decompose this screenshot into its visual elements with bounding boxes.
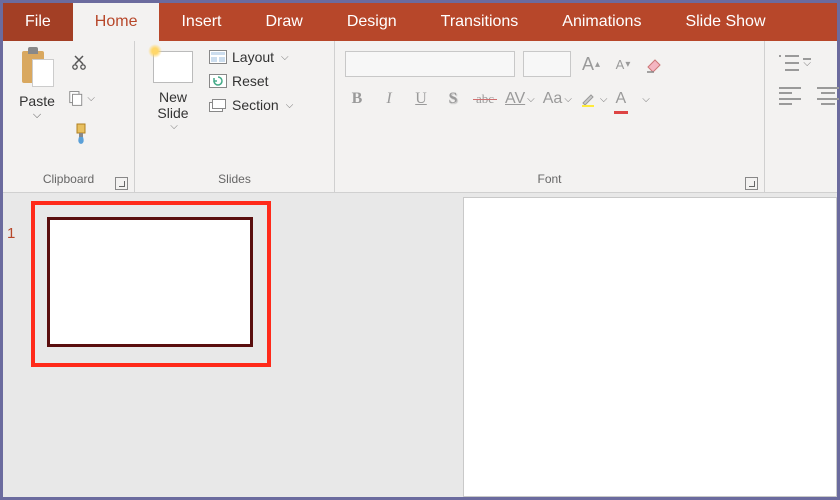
- chevron-down-icon: ⌵: [33, 109, 41, 122]
- chevron-down-icon: ⌵: [281, 52, 289, 63]
- font-size-select[interactable]: [523, 51, 571, 77]
- group-slides: New Slide ⌵ Layout ⌵ Reset Sec: [135, 41, 335, 192]
- slide-number: 1: [7, 225, 15, 242]
- font-dialog-launcher[interactable]: [745, 177, 758, 190]
- group-label-slides: Slides: [135, 172, 334, 192]
- copy-button[interactable]: ⌵: [67, 85, 95, 111]
- layout-icon: [209, 49, 227, 65]
- tab-animations[interactable]: Animations: [540, 3, 663, 41]
- reset-button[interactable]: Reset: [209, 73, 293, 89]
- chevron-down-icon: ⌵: [87, 93, 95, 104]
- eraser-icon: [645, 55, 665, 73]
- highlighter-icon: [580, 90, 598, 108]
- layout-button[interactable]: Layout ⌵: [209, 49, 293, 65]
- align-center-button[interactable]: [817, 87, 839, 105]
- chevron-down-icon: ⌵: [170, 121, 178, 132]
- text-shadow-button[interactable]: S: [441, 87, 465, 111]
- strikethrough-button[interactable]: abc: [473, 87, 497, 111]
- font-color-button[interactable]: A⌵: [616, 87, 650, 111]
- character-spacing-button[interactable]: AV⌵: [505, 87, 535, 111]
- group-label-paragraph: [765, 172, 837, 192]
- tab-transitions[interactable]: Transitions: [419, 3, 541, 41]
- section-button[interactable]: Section ⌵: [209, 97, 293, 113]
- cut-button[interactable]: [67, 49, 95, 75]
- reset-icon: [209, 73, 227, 89]
- scissors-icon: [71, 52, 91, 72]
- clear-formatting-button[interactable]: [643, 52, 667, 76]
- group-label-clipboard: Clipboard: [3, 172, 134, 192]
- slide-thumbnail-image[interactable]: [47, 217, 253, 347]
- italic-button[interactable]: I: [377, 87, 401, 111]
- tab-draw[interactable]: Draw: [243, 3, 324, 41]
- group-font: A▴ A▾ B I U S abc AV⌵ Aa⌵ ⌵: [335, 41, 765, 192]
- tab-design[interactable]: Design: [325, 3, 419, 41]
- layout-label: Layout: [232, 49, 274, 65]
- app-window: File Home Insert Draw Design Transitions…: [0, 0, 840, 500]
- reset-label: Reset: [232, 73, 269, 89]
- copy-icon: [67, 88, 85, 108]
- group-paragraph: ⌵: [765, 41, 837, 192]
- format-painter-button[interactable]: [67, 121, 95, 147]
- tab-slideshow[interactable]: Slide Show: [663, 3, 787, 41]
- tab-insert[interactable]: Insert: [159, 3, 243, 41]
- ribbon: Paste ⌵ ⌵ Clipboard: [3, 41, 837, 193]
- underline-button[interactable]: U: [409, 87, 433, 111]
- new-slide-icon: [153, 51, 193, 83]
- new-slide-button[interactable]: New Slide ⌵: [143, 47, 203, 132]
- bold-button[interactable]: B: [345, 87, 369, 111]
- change-case-button[interactable]: Aa⌵: [543, 87, 572, 111]
- slide-thumbnail-pane[interactable]: 1: [3, 193, 293, 497]
- slide-canvas[interactable]: [463, 197, 837, 497]
- section-label: Section: [232, 97, 279, 113]
- bullets-button[interactable]: ⌵: [779, 55, 801, 73]
- new-slide-label: New Slide: [157, 89, 188, 121]
- decrease-font-button[interactable]: A▾: [611, 52, 635, 76]
- slide-canvas-pane: [293, 193, 837, 497]
- increase-font-button[interactable]: A▴: [579, 52, 603, 76]
- highlight-color-button[interactable]: ⌵: [580, 87, 608, 111]
- tab-file[interactable]: File: [3, 3, 73, 41]
- brush-icon: [71, 123, 91, 145]
- section-icon: [209, 97, 227, 113]
- clipboard-dialog-launcher[interactable]: [115, 177, 128, 190]
- paste-button[interactable]: Paste ⌵: [11, 47, 63, 122]
- paste-icon: [20, 47, 54, 89]
- chevron-down-icon: ⌵: [286, 100, 294, 111]
- group-clipboard: Paste ⌵ ⌵ Clipboard: [3, 41, 135, 192]
- ribbon-tabbar: File Home Insert Draw Design Transitions…: [3, 3, 837, 41]
- paste-label: Paste: [19, 93, 55, 109]
- align-left-button[interactable]: [779, 87, 801, 105]
- font-family-select[interactable]: [345, 51, 515, 77]
- tab-home[interactable]: Home: [73, 3, 160, 41]
- editor-area: 1: [3, 193, 837, 497]
- group-label-font: Font: [335, 172, 764, 192]
